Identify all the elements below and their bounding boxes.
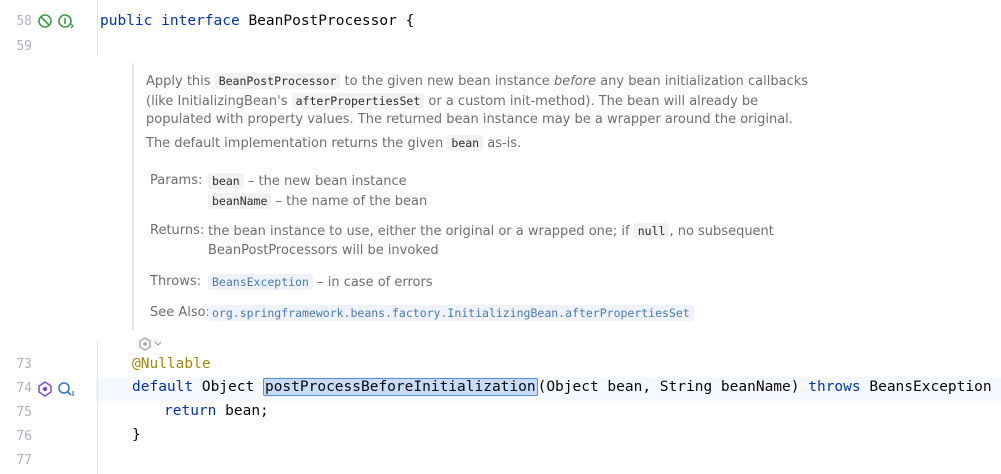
params-label: Params: — [150, 173, 203, 188]
interface-name: BeanPostProcessor — [248, 13, 397, 29]
code-line-interface-declaration[interactable]: public interface BeanPostProcessor { — [100, 13, 414, 29]
doc-paragraph: Apply this BeanPostProcessor to the give… — [146, 71, 808, 92]
params-section: Params: bean – the new bean instance bea… — [134, 171, 734, 211]
implemented-method-icon[interactable] — [37, 381, 53, 397]
keyword: interface — [161, 13, 240, 29]
indent-guide — [97, 0, 98, 56]
doc-text: Apply this — [146, 74, 211, 89]
see-also-section: See Also: org.springframework.beans.fact… — [134, 303, 754, 323]
close-brace: } — [132, 427, 141, 443]
param-desc: – the new bean instance — [247, 174, 407, 189]
doc-text: , no subsequent — [669, 224, 774, 239]
doc-text: the bean instance to use, either the ori… — [208, 224, 630, 239]
keyword: default — [132, 379, 194, 395]
throws-section: Throws: BeansException – in case of erro… — [134, 272, 734, 292]
code-chip: null — [633, 223, 670, 239]
returns-text: the bean instance to use, either the ori… — [208, 221, 774, 242]
ai-generate-doc-icon[interactable] — [138, 336, 166, 352]
line-number: 75 — [16, 405, 32, 420]
code-line-close-brace[interactable]: } — [132, 427, 141, 443]
param-row: beanName – the name of the bean — [208, 191, 427, 212]
exception-type: BeansException — [869, 379, 992, 395]
exception-link[interactable]: BeansException — [208, 274, 313, 290]
line-number: 74 — [16, 381, 32, 396]
annotation: @Nullable — [132, 356, 211, 372]
throws-text: BeansException – in case of errors — [208, 272, 433, 293]
doc-text: (like InitializingBean's — [146, 94, 288, 109]
return-expression: bean; — [225, 403, 269, 419]
throws-label: Throws: — [150, 274, 201, 289]
doc-text: as-is. — [487, 136, 522, 151]
param-row: bean – the new bean instance — [208, 171, 407, 192]
see-also-text: org.springframework.beans.factory.Initia… — [208, 303, 694, 324]
returns-section: Returns: the bean instance to use, eithe… — [134, 221, 774, 261]
doc-paragraph: populated with property values. The retu… — [146, 112, 793, 127]
keyword: return — [164, 403, 217, 419]
code-chip: afterPropertiesSet — [291, 93, 425, 109]
line-number: 59 — [16, 39, 32, 54]
open-brace: { — [405, 13, 415, 29]
overrides-info-icon[interactable] — [57, 13, 74, 29]
returns-text: BeanPostProcessors will be invoked — [208, 243, 439, 258]
indent-guide — [97, 340, 98, 474]
doc-paragraph: (like InitializingBean's afterProperties… — [146, 91, 758, 112]
line-number: 77 — [16, 453, 32, 468]
param-name: bean — [208, 173, 244, 189]
code-line-annotation[interactable]: @Nullable — [132, 356, 211, 372]
param-name: beanName — [208, 193, 272, 209]
line-number: 73 — [16, 357, 32, 372]
keyword: throws — [808, 379, 861, 395]
keyword: public — [100, 13, 153, 29]
code-line-method-declaration[interactable]: default Object postProcessBeforeInitiali… — [132, 378, 1001, 396]
doc-emphasis: before — [553, 74, 597, 89]
doc-text: or a custom init-method). The bean will … — [428, 94, 759, 109]
find-usages-icon[interactable] — [57, 381, 74, 397]
param-desc: – the name of the bean — [275, 194, 428, 209]
selected-method-name[interactable]: postProcessBeforeInitialization — [262, 378, 538, 396]
editor-gutter — [0, 0, 96, 474]
implementations-icon[interactable] — [37, 13, 53, 29]
code-chip: BeanPostProcessor — [214, 73, 341, 89]
rendered-javadoc: Apply this BeanPostProcessor to the give… — [132, 63, 808, 330]
code-chip: bean — [447, 135, 484, 151]
method-params: (Object bean, String beanName) — [537, 379, 800, 395]
returns-label: Returns: — [150, 223, 205, 238]
line-number: 76 — [16, 429, 32, 444]
see-also-link[interactable]: org.springframework.beans.factory.Initia… — [208, 305, 694, 321]
doc-text: – in case of errors — [317, 275, 433, 290]
doc-text: to the given new bean instance — [344, 74, 550, 89]
doc-text: any bean initialization callbacks — [600, 74, 809, 89]
return-type: Object — [201, 379, 255, 395]
doc-paragraph: The default implementation returns the g… — [146, 133, 521, 154]
line-number: 58 — [16, 14, 32, 29]
see-also-label: See Also: — [150, 305, 210, 320]
code-line-return[interactable]: return bean; — [164, 403, 269, 419]
doc-text: The default implementation returns the g… — [146, 136, 444, 151]
